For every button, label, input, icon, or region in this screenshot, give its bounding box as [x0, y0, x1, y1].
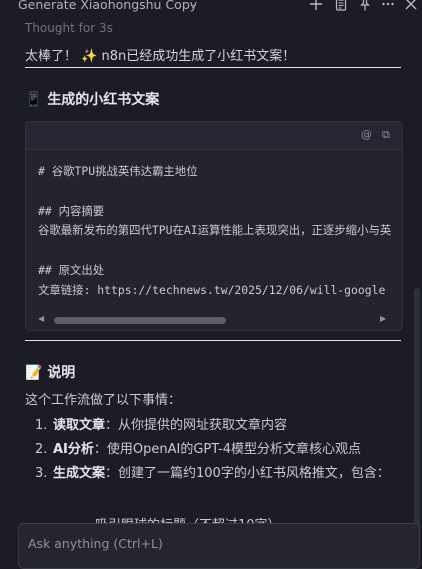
scroll-right-icon[interactable]: ▶ — [380, 314, 386, 323]
code-line: # 谷歌TPU挑战英伟达霸主地位 — [38, 164, 198, 178]
more-icon[interactable] — [381, 0, 397, 13]
code-content: # 谷歌TPU挑战英伟达霸主地位 ## 内容摘要 谷歌最新发布的第四代TPU在A… — [26, 150, 402, 301]
clipboard-icon[interactable] — [334, 0, 350, 13]
code-line: 谷歌最新发布的第四代TPU在AI运算性能上表现突出，正逐步缩小与英 — [38, 223, 391, 237]
phone-icon: 📱 — [25, 92, 42, 108]
code-line: ## 内容摘要 — [38, 204, 104, 218]
intro-paragraph: 这个工作流做了以下事情： — [25, 389, 181, 408]
scrollbar-thumb[interactable] — [414, 288, 420, 550]
panel-header: Generate Xiaohongshu Copy ⌄ — [0, 0, 422, 16]
list-item: 1.读取文章：从你提供的网址获取文章内容 — [25, 414, 405, 438]
scrollbar-thumb[interactable] — [54, 317, 226, 324]
lead-message: 太棒了！ ✨ n8n已经成功生成了小红书文案！ — [25, 45, 295, 64]
horizontal-scrollbar[interactable]: ◀ ▶ — [38, 317, 388, 324]
divider — [25, 67, 401, 68]
section-title: 生成的小红书文案 — [47, 92, 159, 108]
thought-toggle[interactable]: Thought for 3s — [25, 21, 113, 35]
section-heading-copy: 📱 生成的小红书文案 — [25, 89, 159, 109]
conversation-title[interactable]: Generate Xiaohongshu Copy — [18, 0, 197, 12]
list-item: 2.AI分析：使用OpenAI的GPT-4模型分析文章核心观点 — [25, 438, 405, 462]
copy-icon[interactable]: ⧉ — [382, 128, 390, 142]
code-line: 文章链接: https://technews.tw/2025/12/06/wil… — [38, 283, 385, 297]
code-block: @ ⧉ # 谷歌TPU挑战英伟达霸主地位 ## 内容摘要 谷歌最新发布的第四代T… — [25, 121, 403, 331]
scroll-left-icon[interactable]: ◀ — [38, 314, 44, 323]
vertical-scrollbar[interactable] — [414, 8, 420, 546]
list-item: 3.生成文案：创建了一篇约100字的小红书风格推文，包含： — [25, 462, 405, 486]
chat-input[interactable] — [28, 532, 398, 554]
chat-composer[interactable] — [18, 523, 420, 569]
section-heading-notes: 📝 说明 — [25, 362, 75, 382]
chevron-down-icon[interactable]: ⌄ — [188, 0, 197, 10]
plus-icon[interactable] — [309, 0, 325, 13]
code-toolbar: @ ⧉ — [26, 122, 402, 150]
code-line: ## 原文出处 — [38, 263, 104, 277]
steps-list: 1.读取文章：从你提供的网址获取文章内容 2.AI分析：使用OpenAI的GPT… — [25, 414, 405, 486]
memo-icon: 📝 — [25, 365, 42, 381]
section-title: 说明 — [47, 365, 75, 381]
mention-icon[interactable]: @ — [361, 128, 372, 141]
pin-icon[interactable] — [358, 0, 374, 13]
divider — [25, 340, 401, 341]
